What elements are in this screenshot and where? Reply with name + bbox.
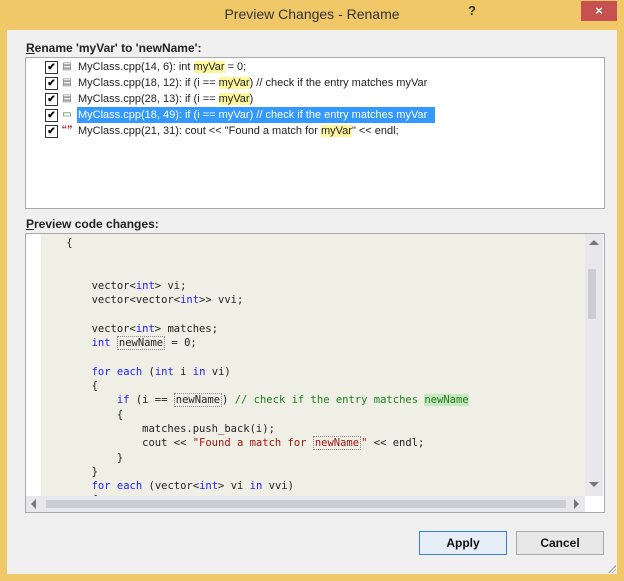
vertical-scroll-thumb[interactable]: [588, 269, 596, 319]
reference-icon: ▤: [62, 77, 72, 88]
match-highlight: myVar: [320, 125, 352, 137]
reference-text: MyClass.cpp(18, 49): if (i == myVar) // …: [77, 107, 435, 123]
match-highlight: myVar: [396, 109, 428, 121]
reference-icon: ▤: [62, 61, 72, 72]
reference-item[interactable]: ✔ ▤ MyClass.cpp(14, 6): int myVar = 0;: [26, 59, 604, 75]
code-line: for each (int i in vi): [91, 365, 231, 378]
comment-icon: ▭: [62, 109, 72, 120]
reference-item[interactable]: ✔ ▤ MyClass.cpp(18, 12): if (i == myVar) /…: [26, 75, 604, 91]
dialog-body: Rename 'myVar' to 'newName': ✔ ▤ MyClass.c…: [7, 30, 617, 574]
references-list[interactable]: ✔ ▤ MyClass.cpp(14, 6): int myVar = 0; ✔ ▤ My…: [25, 57, 605, 209]
reference-text: MyClass.cpp(28, 13): if (i == myVar): [78, 93, 254, 105]
reference-icon: ▤: [62, 93, 72, 104]
code-line: int newName = 0;: [91, 336, 197, 351]
code-line: cout << "Found a match for newName " << e…: [41, 436, 425, 451]
reference-checkbox[interactable]: ✔: [45, 125, 58, 138]
window-title: Preview Changes - Rename: [224, 6, 400, 22]
title-bar: Preview Changes - Rename ? ×: [0, 0, 624, 30]
apply-button[interactable]: Apply: [419, 531, 507, 555]
horizontal-scroll-thumb[interactable]: [46, 500, 566, 508]
resize-grip-icon[interactable]: [606, 563, 616, 573]
match-highlight: myVar: [193, 61, 225, 73]
close-button[interactable]: ×: [581, 1, 617, 21]
horizontal-scrollbar[interactable]: [26, 496, 585, 512]
reference-text: MyClass.cpp(21, 31): cout << "Found a ma…: [78, 125, 399, 137]
reference-checkbox[interactable]: ✔: [45, 61, 58, 74]
reference-checkbox[interactable]: ✔: [45, 77, 58, 90]
scroll-left-icon[interactable]: [31, 499, 36, 509]
vertical-scrollbar[interactable]: [585, 234, 603, 496]
code-gutter: [26, 234, 41, 496]
scroll-right-icon[interactable]: [574, 499, 579, 509]
reference-checkbox[interactable]: ✔: [45, 109, 58, 122]
reference-checkbox[interactable]: ✔: [45, 93, 58, 106]
reference-item[interactable]: ✔ ▭ MyClass.cpp(18, 49): if (i == myVar) /…: [26, 107, 604, 123]
code-line: vector<vector<int>> vvi;: [41, 294, 244, 307]
scroll-down-icon[interactable]: [589, 482, 599, 487]
reference-text: MyClass.cpp(18, 12): if (i == myVar) // …: [78, 77, 428, 89]
reference-item[interactable]: ✔ ▤ MyClass.cpp(28, 13): if (i == myVar): [26, 91, 604, 107]
help-button[interactable]: ?: [468, 3, 476, 18]
match-highlight: myVar: [218, 93, 250, 105]
code-line: }: [41, 465, 98, 478]
preview-label: Preview code changes:: [26, 217, 159, 231]
code-preview[interactable]: { vector<int> vi; vector<vector<int>> vv…: [25, 233, 605, 513]
code-line: vector<int> vi;: [41, 279, 187, 292]
code-line: for each (vector<int> vi in vvi): [91, 480, 294, 493]
string-literal-icon: “”: [61, 124, 73, 136]
reference-text: MyClass.cpp(14, 6): int myVar = 0;: [78, 61, 247, 73]
reference-item[interactable]: ✔ “” MyClass.cpp(21, 31): cout << "Found a…: [26, 123, 604, 139]
match-highlight: myVar: [218, 77, 250, 89]
code-line: {: [41, 408, 124, 421]
code-line: matches.push_back(i);: [41, 422, 275, 435]
code-line: vector<int> matches;: [41, 322, 219, 335]
code-line: if (i == newName) // check if the entry …: [116, 393, 469, 408]
scroll-up-icon[interactable]: [589, 240, 599, 245]
cancel-button[interactable]: Cancel: [516, 531, 604, 555]
code-area: { vector<int> vi; vector<vector<int>> vv…: [41, 234, 585, 496]
code-line: {: [41, 380, 98, 392]
code-line: {: [41, 237, 73, 249]
code-line: }: [41, 451, 124, 464]
rename-label: Rename 'myVar' to 'newName':: [26, 41, 202, 55]
